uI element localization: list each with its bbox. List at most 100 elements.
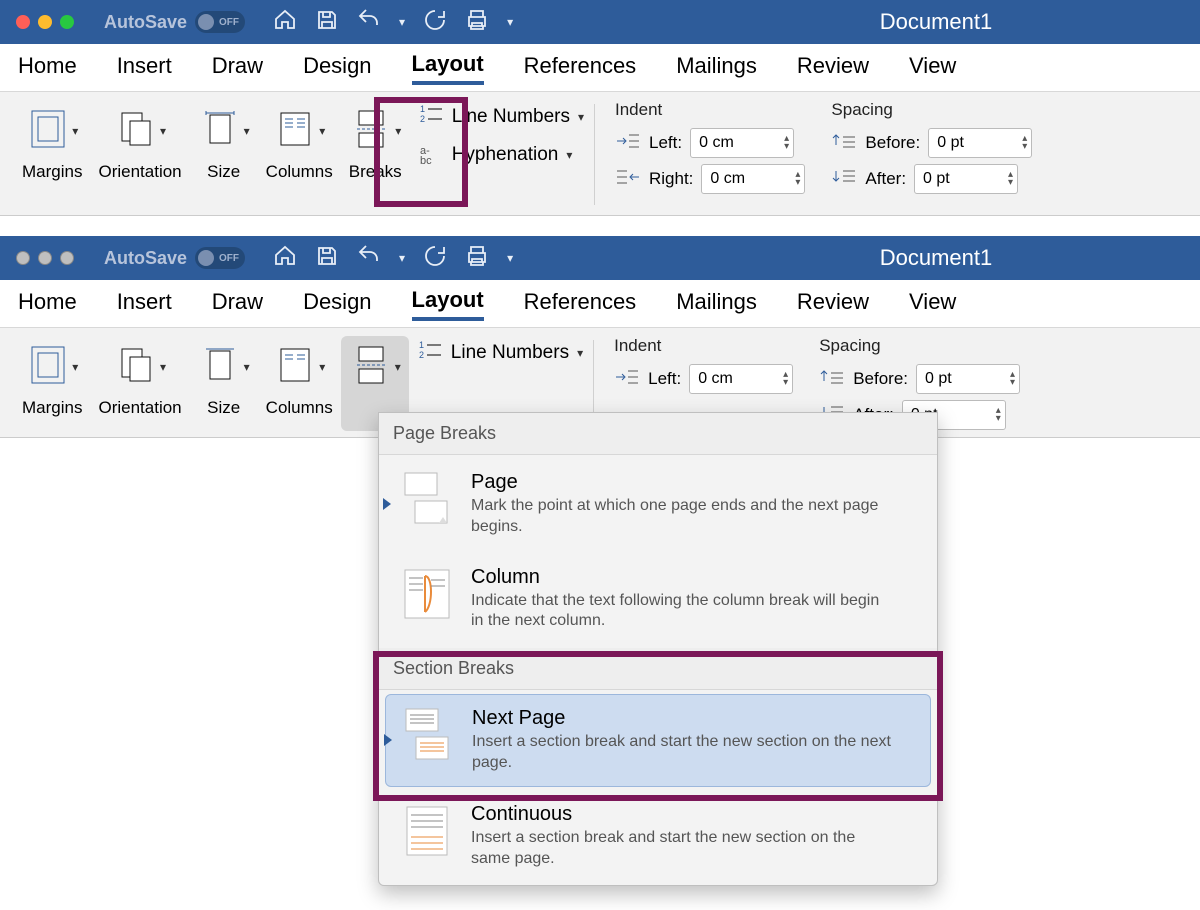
orientation-button[interactable]: ▾ Orientation: [90, 100, 189, 209]
autosave-toggle[interactable]: OFF: [195, 11, 245, 33]
columns-icon: [273, 107, 317, 156]
quick-toolbar: ▾ ▾: [273, 8, 513, 37]
autosave[interactable]: AutoSave OFF: [104, 11, 245, 33]
document-title: Document1: [880, 245, 993, 271]
columns-button[interactable]: ▾ Columns: [258, 336, 341, 431]
redo-icon[interactable]: [423, 8, 447, 37]
print-icon[interactable]: [465, 8, 489, 37]
save-icon[interactable]: [315, 244, 339, 273]
ribbon-tabs: Home Insert Draw Design Layout Reference…: [0, 44, 1200, 92]
autosave-label: AutoSave: [104, 12, 187, 33]
traffic-lights[interactable]: [16, 251, 74, 265]
spacing-after-label: After:: [865, 169, 906, 189]
columns-button[interactable]: ▾ Columns: [258, 100, 341, 209]
document-title: Document1: [880, 9, 993, 35]
margins-button[interactable]: ▾ Margins: [14, 100, 90, 209]
break-column[interactable]: Column Indicate that the text following …: [385, 554, 931, 645]
size-icon: [198, 107, 242, 156]
customize-qat-icon[interactable]: ▾: [507, 251, 513, 265]
indent-left-field[interactable]: 0 cm▴▾: [690, 128, 794, 158]
tab-review[interactable]: Review: [797, 53, 869, 83]
tab-design[interactable]: Design: [303, 289, 371, 319]
tab-home[interactable]: Home: [18, 53, 77, 83]
titlebar: AutoSave OFF ▾ ▾ Document1: [0, 236, 1200, 280]
tab-insert[interactable]: Insert: [117, 53, 172, 83]
page-break-icon: [399, 471, 455, 532]
indent-spacing-group: Indent Left: 0 cm▴▾ Right: 0 cm▴▾ Spacin…: [605, 100, 1032, 209]
page-breaks-header: Page Breaks: [379, 413, 937, 455]
tab-view[interactable]: View: [909, 53, 956, 83]
tab-references[interactable]: References: [524, 53, 637, 83]
spacing-before-label: Before:: [865, 133, 920, 153]
indent-left-field[interactable]: 0 cm▴▾: [689, 364, 793, 394]
window-1: AutoSave OFF ▾ ▾ Document1 Home Insert D…: [0, 0, 1200, 216]
undo-dropdown-icon[interactable]: ▾: [399, 15, 405, 29]
indent-left-icon: [614, 367, 640, 392]
window-2: AutoSave OFF ▾ ▾ Document1 Home Insert D…: [0, 236, 1200, 438]
spacing-heading: Spacing: [819, 336, 1020, 356]
close-icon[interactable]: [16, 15, 30, 29]
tab-references[interactable]: References: [524, 289, 637, 319]
tab-design[interactable]: Design: [303, 53, 371, 83]
break-page[interactable]: Page Mark the point at which one page en…: [385, 459, 931, 550]
home-icon[interactable]: [273, 244, 297, 273]
close-icon[interactable]: [16, 251, 30, 265]
indent-heading: Indent: [614, 336, 793, 356]
tab-mailings[interactable]: Mailings: [676, 289, 757, 319]
tab-layout[interactable]: Layout: [412, 287, 484, 321]
line-numbers-button[interactable]: 12 Line Numbers▾: [419, 338, 583, 368]
autosave-toggle[interactable]: OFF: [195, 247, 245, 269]
tab-home[interactable]: Home: [18, 289, 77, 319]
columns-icon: [273, 343, 317, 392]
indent-left-icon: [615, 131, 641, 156]
ribbon-tabs: Home Insert Draw Design Layout Reference…: [0, 280, 1200, 328]
indent-right-label: Right:: [649, 169, 693, 189]
size-button[interactable]: ▾ Size: [190, 100, 258, 209]
tab-review[interactable]: Review: [797, 289, 869, 319]
spacing-before-field[interactable]: 0 pt▴▾: [916, 364, 1020, 394]
indent-right-field[interactable]: 0 cm▴▾: [701, 164, 805, 194]
margins-icon: [26, 107, 70, 156]
orientation-button[interactable]: ▾ Orientation: [90, 336, 189, 431]
minimize-icon[interactable]: [38, 251, 52, 265]
indent-heading: Indent: [615, 100, 805, 120]
tab-view[interactable]: View: [909, 289, 956, 319]
customize-qat-icon[interactable]: ▾: [507, 15, 513, 29]
tab-draw[interactable]: Draw: [212, 289, 263, 319]
column-break-icon: [399, 566, 455, 627]
traffic-lights[interactable]: [16, 15, 74, 29]
tab-insert[interactable]: Insert: [117, 289, 172, 319]
redo-icon[interactable]: [423, 244, 447, 273]
margins-icon: [26, 343, 70, 392]
margins-button[interactable]: ▾ Margins: [14, 336, 90, 431]
size-button[interactable]: ▾ Size: [190, 336, 258, 431]
tab-draw[interactable]: Draw: [212, 53, 263, 83]
indent-left-label: Left:: [649, 133, 682, 153]
spacing-after-field[interactable]: 0 pt▴▾: [914, 164, 1018, 194]
undo-dropdown-icon[interactable]: ▾: [399, 251, 405, 265]
spacing-before-icon: [819, 367, 845, 392]
maximize-icon[interactable]: [60, 15, 74, 29]
quick-toolbar: ▾ ▾: [273, 244, 513, 273]
breaks-dropdown: Page Breaks Page Mark the point at which…: [378, 412, 938, 886]
undo-icon[interactable]: [357, 8, 381, 37]
orientation-icon: [114, 343, 158, 392]
autosave[interactable]: AutoSave OFF: [104, 247, 245, 269]
print-icon[interactable]: [465, 244, 489, 273]
svg-text:2: 2: [419, 350, 424, 360]
undo-icon[interactable]: [357, 244, 381, 273]
continuous-break-icon: [399, 803, 455, 864]
maximize-icon[interactable]: [60, 251, 74, 265]
size-icon: [198, 343, 242, 392]
spacing-before-label: Before:: [853, 369, 908, 389]
break-continuous[interactable]: Continuous Insert a section break and st…: [385, 791, 931, 882]
autosave-label: AutoSave: [104, 248, 187, 269]
spacing-before-icon: [831, 131, 857, 156]
tab-layout[interactable]: Layout: [412, 51, 484, 85]
home-icon[interactable]: [273, 8, 297, 37]
indent-right-icon: [615, 167, 641, 192]
minimize-icon[interactable]: [38, 15, 52, 29]
spacing-before-field[interactable]: 0 pt▴▾: [928, 128, 1032, 158]
save-icon[interactable]: [315, 8, 339, 37]
tab-mailings[interactable]: Mailings: [676, 53, 757, 83]
